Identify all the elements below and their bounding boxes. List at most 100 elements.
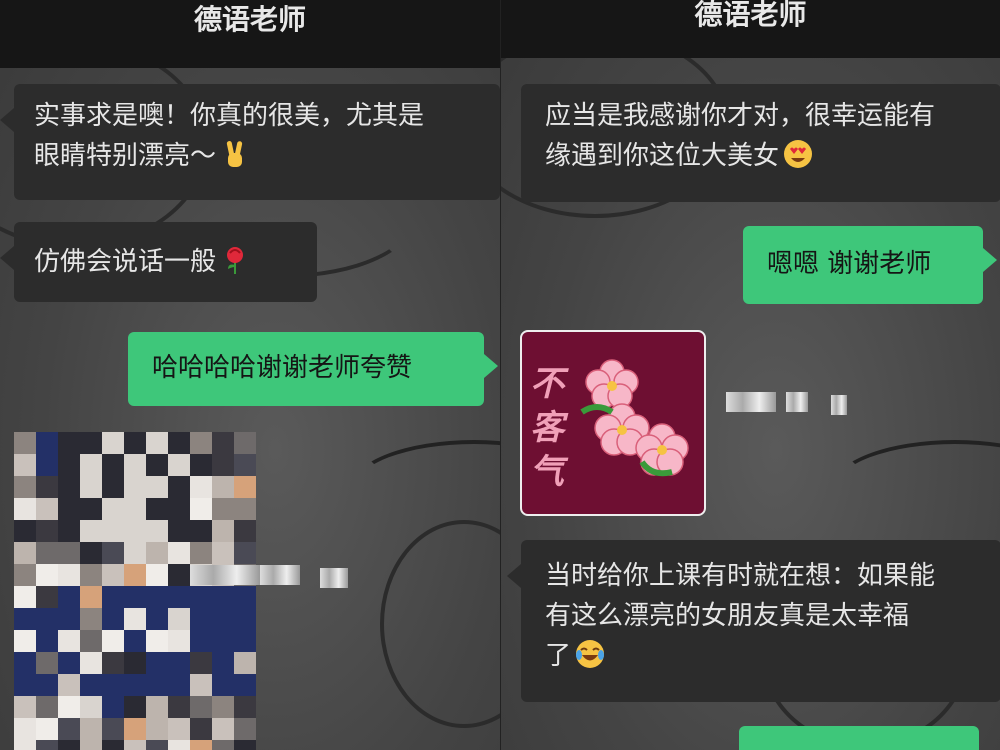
mosaic-tile: [124, 564, 146, 586]
mosaic-tile: [190, 498, 212, 520]
mosaic-tile: [212, 630, 234, 652]
mosaic-tile: [58, 652, 80, 674]
message-bubble-received[interactable]: 实事求是噢！你真的很美，尤其是 眼睛特别漂亮～: [0, 84, 500, 200]
mosaic-tile: [58, 630, 80, 652]
mosaic-tile: [190, 674, 212, 696]
message-text: 眼睛特别漂亮～: [34, 141, 217, 171]
mosaic-tile: [14, 674, 36, 696]
mosaic-tile: [190, 520, 212, 542]
mosaic-tile: [168, 564, 190, 586]
mosaic-tile: [146, 674, 168, 696]
mosaic-tile: [234, 542, 256, 564]
mosaic-tile: [58, 674, 80, 696]
mosaic-tile: [14, 542, 36, 564]
mosaic-tile: [190, 652, 212, 674]
mosaic-tile: [58, 454, 80, 476]
message-text: 仿佛会说话一般: [34, 247, 217, 277]
mosaic-tile: [146, 498, 168, 520]
mosaic-tile: [36, 652, 58, 674]
pixelated-photo[interactable]: [14, 432, 256, 750]
mosaic-tile: [146, 476, 168, 498]
mosaic-tile: [212, 740, 234, 750]
mosaic-tile: [36, 740, 58, 750]
mosaic-tile: [146, 652, 168, 674]
mosaic-tile: [234, 696, 256, 718]
message-text: 当时给你上课有时就在想：如果能: [545, 561, 936, 591]
mosaic-tile: [190, 630, 212, 652]
mosaic-tile: [124, 718, 146, 740]
mosaic-tile: [124, 454, 146, 476]
mosaic-tile: [124, 740, 146, 750]
mosaic-tile: [58, 586, 80, 608]
mosaic-tile: [58, 608, 80, 630]
mosaic-tile: [190, 454, 212, 476]
message-bubble-received[interactable]: 应当是我感谢你才对，很幸运能有 缘遇到你这位大美女: [521, 84, 1000, 202]
mosaic-tile: [234, 674, 256, 696]
message-bubble-received[interactable]: 仿佛会说话一般: [0, 222, 317, 302]
message-bubble-sent[interactable]: [739, 726, 979, 750]
mosaic-tile: [36, 608, 58, 630]
mosaic-tile: [212, 674, 234, 696]
mosaic-tile: [234, 454, 256, 476]
mosaic-tile: [212, 432, 234, 454]
mosaic-tile: [212, 454, 234, 476]
mosaic-tile: [212, 586, 234, 608]
mosaic-tile: [58, 696, 80, 718]
mosaic-tile: [168, 476, 190, 498]
mosaic-tile: [14, 564, 36, 586]
mosaic-tile: [14, 696, 36, 718]
mosaic-tile: [102, 454, 124, 476]
mosaic-tile: [124, 586, 146, 608]
mosaic-tile: [36, 630, 58, 652]
message-text: 了: [545, 641, 572, 671]
message-bubble-sent[interactable]: 哈哈哈哈谢谢老师夸赞: [128, 332, 498, 406]
message-bubble-sent[interactable]: 嗯嗯 谢谢老师: [743, 226, 997, 304]
mosaic-tile: [234, 630, 256, 652]
mosaic-tile: [146, 630, 168, 652]
mosaic-tile: [190, 740, 212, 750]
heart-eyes-face-icon: [784, 140, 813, 168]
mosaic-tile: [102, 498, 124, 520]
message-text: 缘遇到你这位大美女: [545, 141, 780, 171]
mosaic-tile: [80, 454, 102, 476]
mosaic-tile: [14, 498, 36, 520]
mosaic-tile: [234, 432, 256, 454]
mosaic-tile: [190, 718, 212, 740]
mosaic-tile: [58, 498, 80, 520]
mosaic-tile: [190, 696, 212, 718]
mosaic-tile: [146, 586, 168, 608]
mosaic-tile: [80, 564, 102, 586]
mosaic-tile: [102, 432, 124, 454]
mosaic-tile: [190, 476, 212, 498]
mosaic-tile: [190, 586, 212, 608]
mosaic-tile: [124, 542, 146, 564]
mosaic-tile: [36, 520, 58, 542]
contact-name: 德语老师: [694, 0, 807, 31]
mosaic-tile: [146, 564, 168, 586]
mosaic-tile: [80, 608, 102, 630]
message-text: 实事求是噢！你真的很美，尤其是: [34, 101, 425, 131]
mosaic-tile: [146, 696, 168, 718]
mosaic-tile: [146, 542, 168, 564]
mosaic-tile: [58, 520, 80, 542]
sticker-image[interactable]: 不客气: [520, 330, 706, 516]
mosaic-tile: [124, 476, 146, 498]
mosaic-tile: [80, 674, 102, 696]
mosaic-tile: [168, 432, 190, 454]
message-bubble-received[interactable]: 当时给你上课有时就在想：如果能 有这么漂亮的女朋友真是太幸福 了: [507, 540, 1000, 702]
mosaic-tile: [80, 740, 102, 750]
mosaic-tile: [14, 718, 36, 740]
mosaic-tile: [124, 674, 146, 696]
mosaic-tile: [168, 740, 190, 750]
message-text: 有这么漂亮的女朋友真是太幸福: [545, 601, 910, 631]
mosaic-tile: [234, 498, 256, 520]
mosaic-tile: [58, 476, 80, 498]
mosaic-tile: [102, 674, 124, 696]
message-text: 应当是我感谢你才对，很幸运能有: [545, 101, 936, 131]
pixelated-fragment: [320, 568, 348, 588]
mosaic-tile: [14, 740, 36, 750]
mosaic-tile: [36, 586, 58, 608]
mosaic-tile: [212, 476, 234, 498]
mosaic-tile: [234, 740, 256, 750]
rose-icon: [227, 247, 244, 274]
